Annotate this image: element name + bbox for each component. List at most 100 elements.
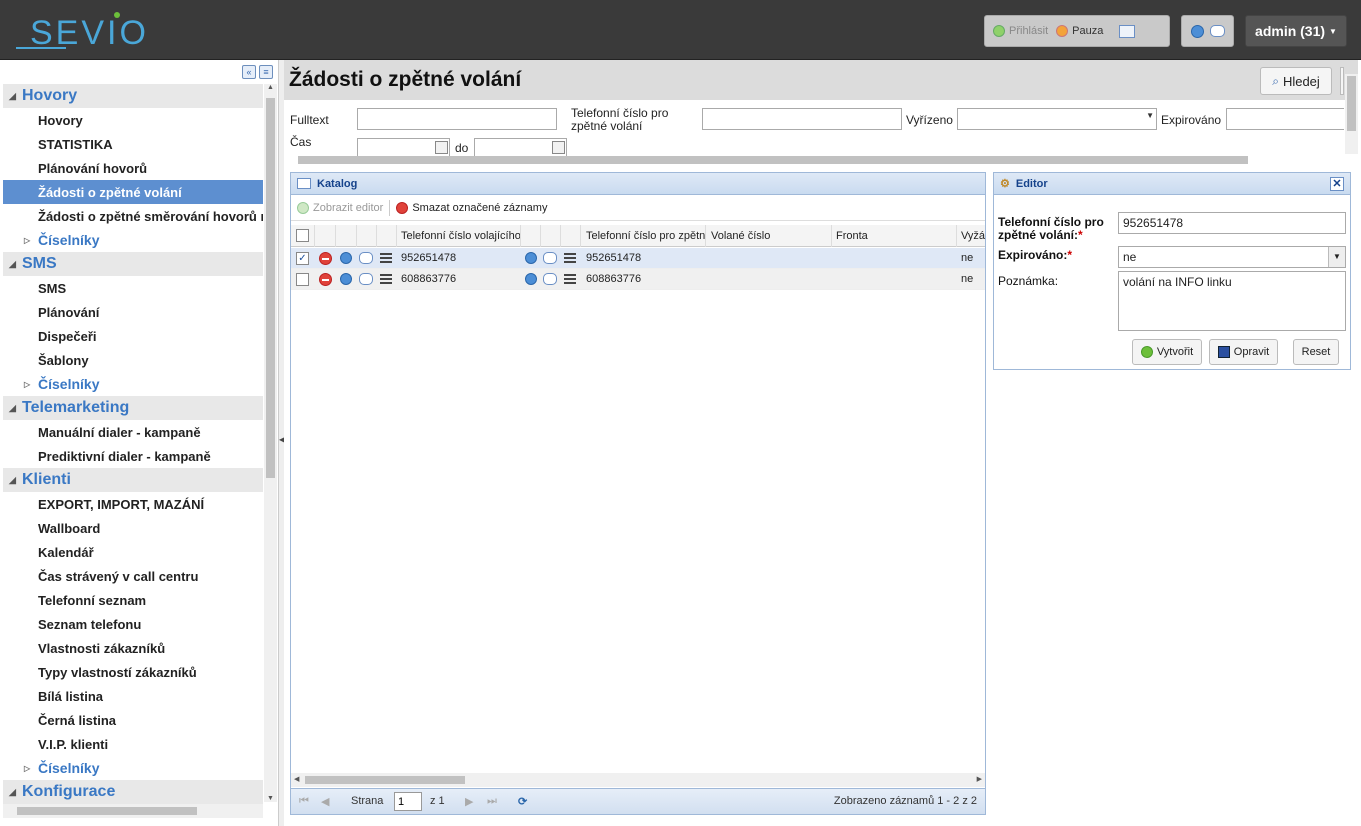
grid-horizontal-scrollbar[interactable]: ◀ ▶ xyxy=(291,773,985,787)
editor-phone-input[interactable]: 952651478 xyxy=(1118,212,1346,234)
filter-horizontal-scrollbar[interactable] xyxy=(288,154,1338,166)
nav-item[interactable]: Telefonní seznam xyxy=(3,588,263,612)
main-vertical-scrollbar[interactable] xyxy=(1345,74,1358,154)
fix-button[interactable]: Opravit xyxy=(1209,339,1278,365)
nav-group-header[interactable]: ◢ SMS xyxy=(3,252,263,276)
column-header-callback[interactable]: Telefonní číslo pro zpětné xyxy=(582,225,706,247)
nav-subgroup[interactable]: ▷ Číselníky xyxy=(3,228,263,252)
nav-item[interactable]: Hovory xyxy=(3,108,263,132)
nav-group-header[interactable]: ◢ Konfigurace xyxy=(3,780,263,804)
nav-item[interactable]: SMS xyxy=(3,276,263,300)
time-label: Čas xyxy=(290,135,312,149)
last-page-icon[interactable]: ⏭ xyxy=(487,795,497,808)
collapsed-triangle-icon: ▷ xyxy=(24,379,31,389)
nav-item[interactable]: Šablony xyxy=(3,348,263,372)
nav-item[interactable]: V.I.P. klienti xyxy=(3,732,263,756)
column-header-queue[interactable]: Fronta xyxy=(832,225,957,247)
clock-icon[interactable] xyxy=(340,252,352,264)
column-header-required[interactable]: Vyžá xyxy=(957,225,985,247)
resolved-select[interactable]: ▼ xyxy=(957,108,1157,130)
editor-expired-select[interactable]: ne ▼ xyxy=(1118,246,1346,268)
close-icon[interactable]: ✕ xyxy=(1330,177,1344,191)
nav-group-label: Konfigurace xyxy=(22,783,116,800)
tree-icon[interactable]: ≡ xyxy=(259,65,273,79)
expired-input[interactable] xyxy=(1226,108,1344,130)
page-header: Žádosti o zpětné volání xyxy=(284,60,1358,100)
clock-icon[interactable] xyxy=(340,273,352,285)
chat-icon[interactable] xyxy=(543,273,557,285)
nav-item[interactable]: Seznam telefonu xyxy=(3,612,263,636)
table-row[interactable]: 608863776 608863776 ne xyxy=(291,269,985,290)
calendar-icon[interactable] xyxy=(1119,24,1136,38)
nav-item[interactable]: Černá listina xyxy=(3,708,263,732)
delete-row-icon[interactable] xyxy=(319,252,332,265)
nav-group-header[interactable]: ◢ Hovory xyxy=(3,84,263,108)
nav-item[interactable]: Dispečeři xyxy=(3,324,263,348)
sidebar-horizontal-scrollbar[interactable] xyxy=(3,804,263,818)
menu-icon[interactable] xyxy=(564,274,576,284)
clock-icon[interactable] xyxy=(1190,24,1204,38)
table-row[interactable]: ✓ 952651478 952651478 ne xyxy=(291,248,985,269)
sevio-logo[interactable]: SEVIO xyxy=(16,8,156,52)
menu-icon[interactable] xyxy=(564,253,576,263)
phone-input[interactable] xyxy=(702,108,902,130)
nav-item[interactable]: Kalendář xyxy=(3,540,263,564)
scrollbar-thumb[interactable] xyxy=(17,807,197,815)
scrollbar-thumb[interactable] xyxy=(305,776,465,784)
search-button[interactable]: ⌕ Hledej xyxy=(1260,67,1332,95)
nav-item[interactable]: Čas strávený v call centru xyxy=(3,564,263,588)
user-menu-button[interactable]: admin (31) ▼ xyxy=(1245,15,1347,47)
calendar-picker-icon[interactable] xyxy=(435,141,448,154)
nav-item[interactable]: Wallboard xyxy=(3,516,263,540)
menu-icon[interactable] xyxy=(380,253,392,263)
nav-subgroup[interactable]: ▷ Číselníky xyxy=(3,372,263,396)
page-number-input[interactable] xyxy=(394,792,422,811)
collapse-left-icon[interactable]: « xyxy=(242,65,256,79)
nav-item[interactable]: Typy vlastností zákazníků xyxy=(3,660,263,684)
clock-icon[interactable] xyxy=(525,252,537,264)
nav-item[interactable]: Vlastnosti zákazníků xyxy=(3,636,263,660)
editor-note-textarea[interactable]: volání na INFO linku xyxy=(1118,271,1346,331)
create-button[interactable]: Vytvořit xyxy=(1132,339,1202,365)
nav-item[interactable]: Prediktivní dialer - kampaně xyxy=(3,444,263,468)
editor-expired-label: Expirováno:* xyxy=(998,248,1073,262)
chat-icon[interactable] xyxy=(1209,25,1225,37)
nav-subgroup[interactable]: ▷ Číselníky xyxy=(3,756,263,780)
reset-label: Reset xyxy=(1301,346,1331,358)
column-header-called[interactable]: Volané číslo xyxy=(707,225,832,247)
row-checkbox[interactable]: ✓ xyxy=(296,252,309,265)
chat-icon[interactable] xyxy=(543,252,557,264)
nav-item[interactable]: Plánování xyxy=(3,300,263,324)
nav-item[interactable]: EXPORT, IMPORT, MAZÁNÍ xyxy=(3,492,263,516)
next-page-icon[interactable]: ▶ xyxy=(465,795,473,808)
fulltext-input[interactable] xyxy=(357,108,557,130)
chat-icon[interactable] xyxy=(359,273,373,285)
first-page-icon[interactable]: ⏮ xyxy=(299,795,309,808)
nav-group-header[interactable]: ◢ Klienti xyxy=(3,468,263,492)
nav-item[interactable]: Plánování hovorů xyxy=(3,156,263,180)
pause-button[interactable]: Pauza xyxy=(1056,25,1103,37)
nav-item[interactable]: Manuální dialer - kampaně xyxy=(3,420,263,444)
delete-row-icon[interactable] xyxy=(319,273,332,286)
scrollbar-thumb[interactable] xyxy=(298,156,1248,164)
nav-group-header[interactable]: ◢ Telemarketing xyxy=(3,396,263,420)
menu-icon[interactable] xyxy=(380,274,392,284)
show-editor-button[interactable]: Zobrazit editor xyxy=(297,201,383,214)
refresh-icon[interactable]: ⟳ xyxy=(518,795,527,808)
row-checkbox[interactable] xyxy=(296,273,309,286)
nav-item[interactable]: STATISTIKA xyxy=(3,132,263,156)
prev-page-icon[interactable]: ◀ xyxy=(321,795,329,808)
scrollbar-thumb[interactable] xyxy=(266,98,275,478)
chat-icon[interactable] xyxy=(359,252,373,264)
nav-item[interactable]: Žádosti o zpětné volání xyxy=(3,180,263,204)
column-header-caller[interactable]: Telefonní číslo volajícího xyxy=(397,225,521,247)
delete-marked-button[interactable]: Smazat označené záznamy xyxy=(396,201,547,214)
nav-item[interactable]: Žádosti o zpětné směrování hovorů n xyxy=(3,204,263,228)
sidebar-vertical-scrollbar[interactable]: ▲ ▼ xyxy=(264,84,277,802)
login-button[interactable]: Přihlásit xyxy=(993,25,1048,37)
select-all-checkbox[interactable] xyxy=(296,229,309,242)
clock-icon[interactable] xyxy=(525,273,537,285)
nav-item[interactable]: Bílá listina xyxy=(3,684,263,708)
reset-button[interactable]: Reset xyxy=(1293,339,1339,365)
calendar-picker-icon[interactable] xyxy=(552,141,565,154)
